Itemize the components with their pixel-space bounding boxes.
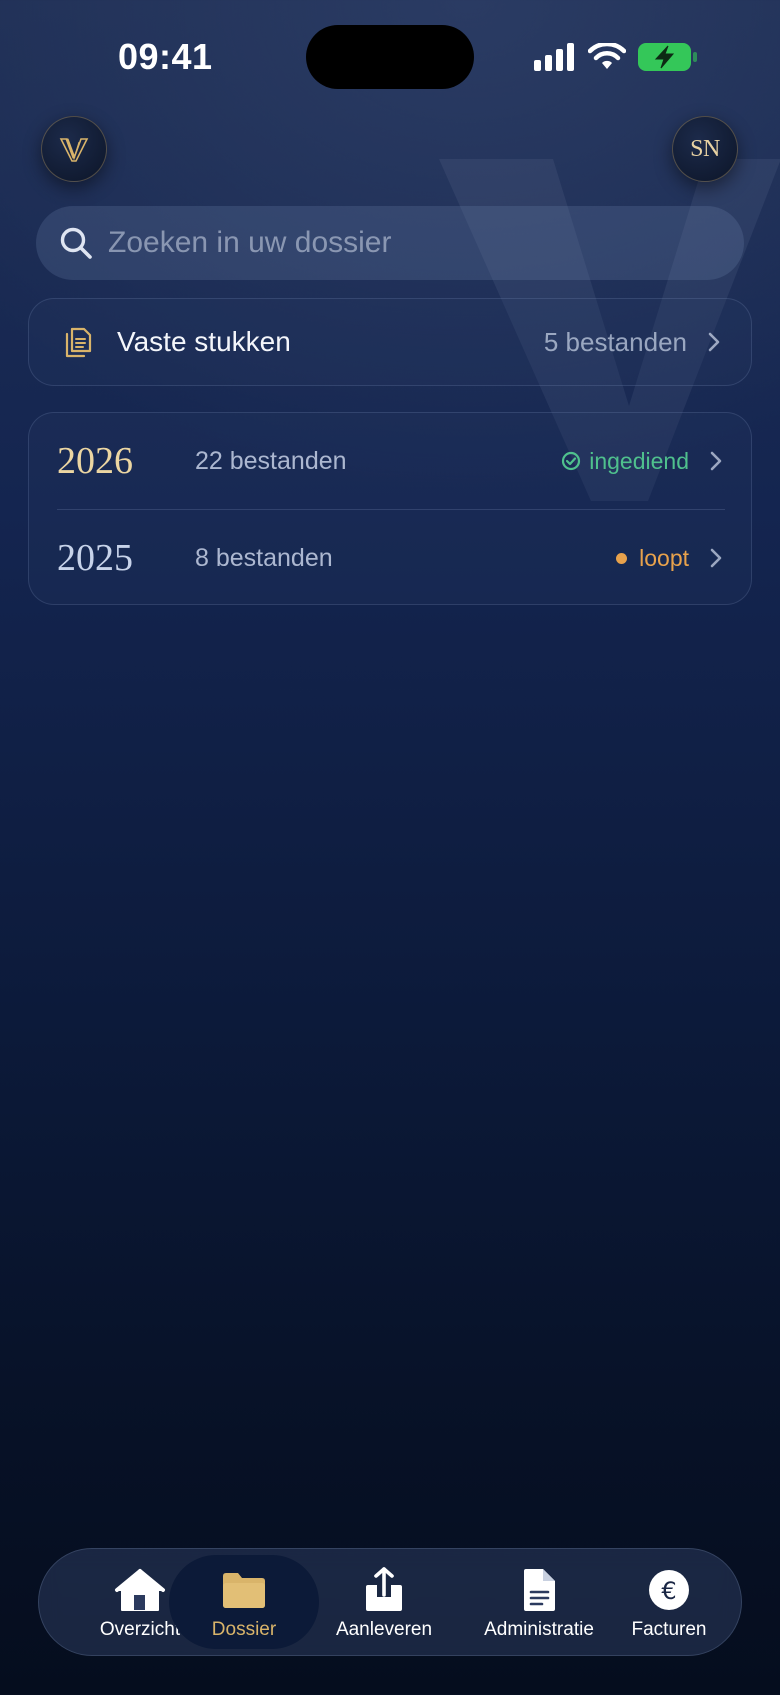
dynamic-island [306, 25, 474, 89]
year-row-2025[interactable]: 2025 8 bestanden loopt [29, 510, 753, 606]
year-row-2026[interactable]: 2026 22 bestanden ingediend [29, 413, 753, 509]
tab-administratie[interactable]: Administratie [457, 1555, 621, 1649]
status-dot-icon [616, 552, 628, 564]
chevron-right-icon [708, 332, 720, 352]
search-input[interactable] [108, 226, 708, 260]
vaste-stukken-row[interactable]: Vaste stukken 5 bestanden [28, 298, 752, 386]
status-text: ingediend [589, 447, 689, 474]
year-file-count: 8 bestanden [195, 543, 333, 572]
year-label: 2026 [57, 440, 133, 482]
check-circle-icon [562, 451, 581, 471]
tab-label: Aanleveren [335, 1619, 433, 1640]
avatar[interactable]: SN [672, 116, 738, 182]
tab-label: Dossier [211, 1619, 277, 1640]
home-icon [115, 1569, 165, 1611]
euro-icon: € [649, 1570, 689, 1610]
status-bar: 09:41 [0, 0, 780, 110]
cellular-signal-icon [534, 43, 574, 71]
status-badge: loopt [616, 545, 689, 572]
tab-label: Facturen [631, 1619, 707, 1640]
chevron-right-icon [710, 451, 722, 471]
document-icon [524, 1569, 555, 1611]
status-text: loopt [639, 544, 689, 571]
vaste-stukken-count: 5 bestanden [543, 326, 687, 357]
search-bar[interactable] [36, 206, 744, 280]
status-icons [534, 40, 698, 74]
year-label: 2025 [57, 537, 133, 579]
tab-label: Overzicht [99, 1619, 181, 1640]
tab-dossier[interactable]: Dossier [169, 1555, 319, 1649]
v-monogram-logo-icon [59, 138, 89, 162]
year-file-count: 22 bestanden [195, 446, 347, 475]
years-list: 2026 22 bestanden ingediend 2025 8 besta… [28, 412, 752, 605]
status-time: 09:41 [118, 36, 213, 77]
tab-label: Administratie [484, 1619, 594, 1640]
battery-charging-icon [638, 43, 697, 71]
folder-icon [223, 1573, 265, 1608]
vaste-stukken-title: Vaste stukken [117, 326, 291, 357]
wifi-icon [588, 43, 626, 69]
search-icon [60, 227, 92, 259]
svg-text:€: € [661, 1577, 676, 1605]
upload-icon [366, 1567, 402, 1611]
chevron-right-icon [710, 548, 722, 568]
tab-bar: Overzicht Dossier Aanleveren Administrat… [38, 1548, 742, 1656]
status-badge: ingediend [561, 448, 689, 475]
avatar-initials: SN [690, 135, 720, 162]
tab-aanleveren[interactable]: Aanleveren [317, 1555, 451, 1649]
logo-button[interactable] [41, 116, 107, 182]
tab-facturen[interactable]: € Facturen [613, 1555, 725, 1649]
document-icon [65, 327, 92, 358]
